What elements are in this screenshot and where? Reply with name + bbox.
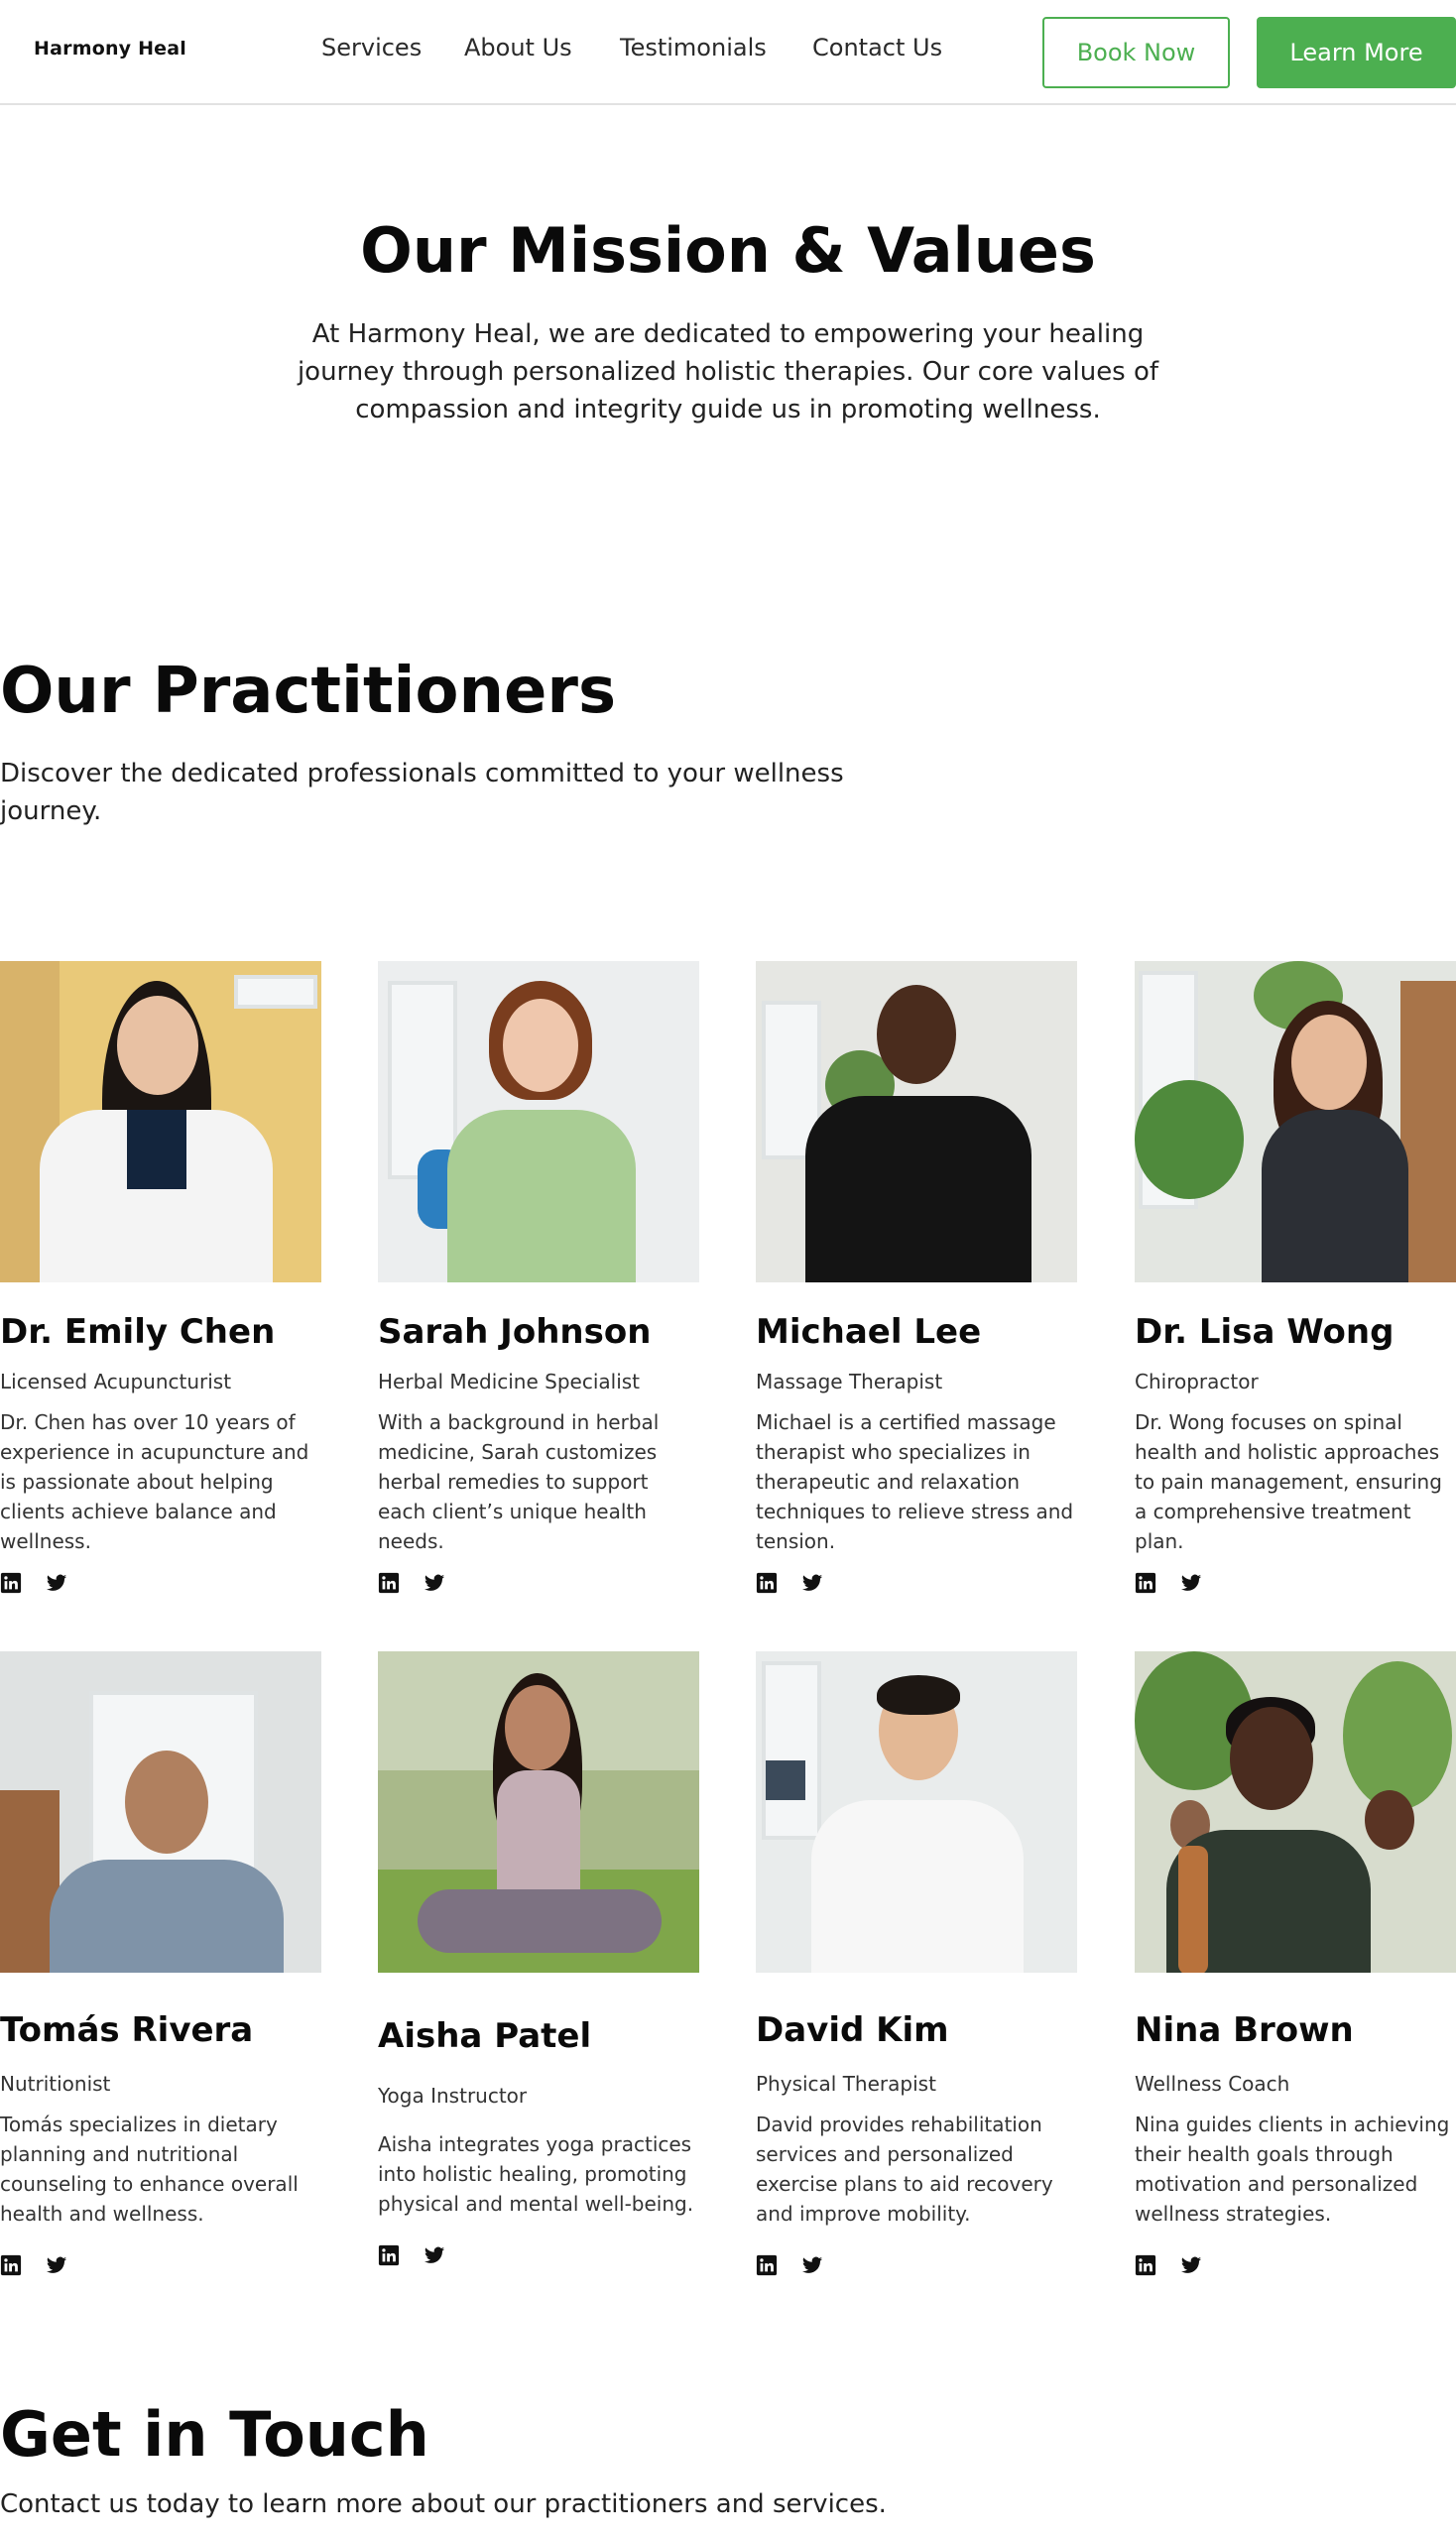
practitioner-name: Dr. Emily Chen bbox=[0, 1312, 276, 1352]
twitter-icon[interactable] bbox=[424, 2244, 445, 2266]
linkedin-icon[interactable] bbox=[378, 2244, 400, 2266]
practitioner-role: Chiropractor bbox=[1135, 1370, 1259, 1393]
practitioner-role: Massage Therapist bbox=[756, 1370, 943, 1393]
practitioner-role: Nutritionist bbox=[0, 2072, 111, 2096]
book-now-button[interactable]: Book Now bbox=[1042, 17, 1230, 88]
practitioner-card: Dr. Lisa Wong Chiropractor Dr. Wong focu… bbox=[1135, 961, 1456, 1594]
practitioner-role: Herbal Medicine Specialist bbox=[378, 1370, 641, 1393]
twitter-icon[interactable] bbox=[801, 1572, 823, 1594]
practitioner-photo bbox=[378, 961, 699, 1282]
social-links bbox=[1135, 1572, 1456, 1594]
practitioner-card: Aisha Patel Yoga Instructor Aisha integr… bbox=[378, 1651, 699, 2266]
practitioner-role: Wellness Coach bbox=[1135, 2072, 1290, 2096]
practitioner-photo bbox=[0, 961, 321, 1282]
practitioner-bio: David provides rehabilitation services a… bbox=[756, 2113, 1053, 2226]
nav-link-contact-us[interactable]: Contact Us bbox=[812, 34, 942, 61]
practitioner-photo bbox=[378, 1651, 699, 1973]
practitioner-photo bbox=[0, 1651, 321, 1973]
practitioner-bio: With a background in herbal medicine, Sa… bbox=[378, 1410, 660, 1553]
twitter-icon[interactable] bbox=[424, 1572, 445, 1594]
social-links bbox=[756, 1572, 1077, 1594]
nav-link-services[interactable]: Services bbox=[321, 34, 422, 61]
nav-link-testimonials[interactable]: Testimonials bbox=[620, 34, 767, 61]
mission-text: At Harmony Heal, we are dedicated to emp… bbox=[297, 319, 1159, 424]
practitioner-bio: Nina guides clients in achieving their h… bbox=[1135, 2113, 1450, 2226]
practitioner-bio: Dr. Chen has over 10 years of experience… bbox=[0, 1410, 309, 1553]
social-links bbox=[378, 1572, 699, 1594]
linkedin-icon[interactable] bbox=[0, 2254, 22, 2276]
practitioner-card: Tomás Rivera Nutritionist Tomás speciali… bbox=[0, 1651, 321, 2276]
twitter-icon[interactable] bbox=[46, 1572, 67, 1594]
practitioner-bio: Dr. Wong focuses on spinal health and ho… bbox=[1135, 1410, 1442, 1553]
practitioner-role: Yoga Instructor bbox=[378, 2084, 528, 2108]
practitioner-name: Michael Lee bbox=[756, 1312, 982, 1352]
practitioner-name: Nina Brown bbox=[1135, 2010, 1354, 2050]
nav-link-about-us[interactable]: About Us bbox=[464, 34, 572, 61]
linkedin-icon[interactable] bbox=[1135, 1572, 1156, 1594]
linkedin-icon[interactable] bbox=[378, 1572, 400, 1594]
twitter-icon[interactable] bbox=[801, 2254, 823, 2276]
practitioner-photo bbox=[1135, 1651, 1456, 1973]
contact-title: Get in Touch bbox=[0, 2398, 429, 2471]
practitioner-card: Nina Brown Wellness Coach Nina guides cl… bbox=[1135, 1651, 1456, 2276]
social-links bbox=[0, 1572, 321, 1594]
twitter-icon[interactable] bbox=[46, 2254, 67, 2276]
practitioners-subtitle: Discover the dedicated professionals com… bbox=[0, 759, 844, 826]
practitioner-name: David Kim bbox=[756, 2010, 949, 2050]
linkedin-icon[interactable] bbox=[0, 1572, 22, 1594]
linkedin-icon[interactable] bbox=[756, 1572, 778, 1594]
practitioner-name: Sarah Johnson bbox=[378, 1312, 652, 1352]
practitioner-photo bbox=[756, 961, 1077, 1282]
practitioner-bio: Michael is a certified massage therapist… bbox=[756, 1410, 1074, 1553]
practitioner-bio: Tomás specializes in dietary planning an… bbox=[0, 2113, 299, 2226]
practitioner-card: David Kim Physical Therapist David provi… bbox=[756, 1651, 1077, 2276]
practitioner-card: Sarah Johnson Herbal Medicine Specialist… bbox=[378, 961, 699, 1594]
mission-title: Our Mission & Values bbox=[360, 214, 1096, 287]
site-logo[interactable]: Harmony Heal bbox=[34, 38, 186, 60]
practitioner-role: Licensed Acupuncturist bbox=[0, 1370, 232, 1393]
learn-more-button[interactable]: Learn More bbox=[1257, 17, 1456, 88]
practitioner-card: Dr. Emily Chen Licensed Acupuncturist Dr… bbox=[0, 961, 321, 1594]
social-links bbox=[378, 2244, 699, 2266]
twitter-icon[interactable] bbox=[1180, 2254, 1202, 2276]
practitioner-name: Dr. Lisa Wong bbox=[1135, 1312, 1395, 1352]
linkedin-icon[interactable] bbox=[756, 2254, 778, 2276]
practitioner-card: Michael Lee Massage Therapist Michael is… bbox=[756, 961, 1077, 1594]
practitioner-role: Physical Therapist bbox=[756, 2072, 936, 2096]
practitioner-name: Aisha Patel bbox=[378, 2016, 592, 2056]
linkedin-icon[interactable] bbox=[1135, 2254, 1156, 2276]
social-links bbox=[0, 2254, 321, 2276]
practitioner-photo bbox=[1135, 961, 1456, 1282]
practitioners-title: Our Practitioners bbox=[0, 655, 617, 728]
practitioner-bio: Aisha integrates yoga practices into hol… bbox=[378, 2132, 694, 2216]
practitioner-photo bbox=[756, 1651, 1077, 1973]
twitter-icon[interactable] bbox=[1180, 1572, 1202, 1594]
social-links bbox=[756, 2254, 1077, 2276]
contact-text: Contact us today to learn more about our… bbox=[0, 2489, 887, 2519]
site-header: Harmony Heal Services About Us Testimoni… bbox=[0, 0, 1456, 105]
practitioner-name: Tomás Rivera bbox=[0, 2010, 254, 2050]
social-links bbox=[1135, 2254, 1456, 2276]
